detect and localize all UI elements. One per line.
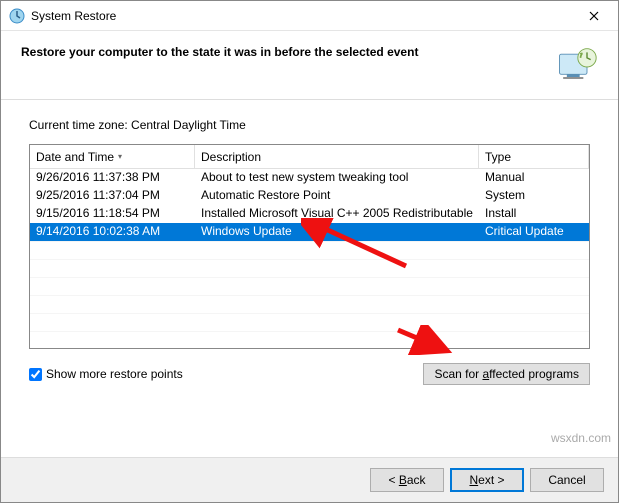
column-header-description[interactable]: Description <box>195 145 479 168</box>
cell-type: Critical Update <box>479 223 589 241</box>
cell-date: 9/14/2016 10:02:38 AM <box>30 223 195 241</box>
table-row[interactable]: 9/15/2016 11:18:54 PMInstalled Microsoft… <box>30 205 589 223</box>
system-restore-dialog: System Restore Restore your computer to … <box>0 0 619 503</box>
table-row[interactable]: 9/14/2016 10:02:38 AMWindows UpdateCriti… <box>30 223 589 241</box>
next-button[interactable]: Next > <box>450 468 524 492</box>
cell-date: 9/15/2016 11:18:54 PM <box>30 205 195 223</box>
cell-date: 9/26/2016 11:37:38 PM <box>30 169 195 187</box>
cell-date: 9/25/2016 11:37:04 PM <box>30 187 195 205</box>
button-bar: < Back Next > Cancel <box>1 457 618 502</box>
cell-description: Windows Update <box>195 223 479 241</box>
sort-indicator-icon: ▾ <box>118 152 122 161</box>
show-more-checkbox[interactable] <box>29 368 42 381</box>
close-button[interactable] <box>572 2 616 30</box>
cell-type: Install <box>479 205 589 223</box>
cell-type: Manual <box>479 169 589 187</box>
show-more-label: Show more restore points <box>46 367 183 381</box>
cancel-button[interactable]: Cancel <box>530 468 604 492</box>
titlebar: System Restore <box>1 1 618 31</box>
cell-description: About to test new system tweaking tool <box>195 169 479 187</box>
restore-monitor-icon <box>554 45 598 89</box>
restore-points-list[interactable]: Date and Time ▾ Description Type 9/26/20… <box>29 144 590 349</box>
header-text: Restore your computer to the state it wa… <box>21 45 554 59</box>
column-header-type[interactable]: Type <box>479 145 589 168</box>
header: Restore your computer to the state it wa… <box>1 31 618 100</box>
titlebar-title: System Restore <box>31 9 572 23</box>
under-list-row: Show more restore points Scan for affect… <box>29 363 590 385</box>
list-header: Date and Time ▾ Description Type <box>30 145 589 169</box>
column-header-date[interactable]: Date and Time ▾ <box>30 145 195 168</box>
show-more-checkbox-wrap[interactable]: Show more restore points <box>29 367 183 381</box>
app-icon <box>9 8 25 24</box>
table-row[interactable]: 9/26/2016 11:37:38 PMAbout to test new s… <box>30 169 589 187</box>
table-row[interactable]: 9/25/2016 11:37:04 PMAutomatic Restore P… <box>30 187 589 205</box>
cell-description: Installed Microsoft Visual C++ 2005 Redi… <box>195 205 479 223</box>
scan-affected-button[interactable]: Scan for affected programs <box>423 363 590 385</box>
cell-type: System <box>479 187 589 205</box>
body: Current time zone: Central Daylight Time… <box>1 100 618 457</box>
timezone-label: Current time zone: Central Daylight Time <box>29 118 590 132</box>
back-button[interactable]: < Back <box>370 468 444 492</box>
watermark: wsxdn.com <box>551 431 611 445</box>
cell-description: Automatic Restore Point <box>195 187 479 205</box>
